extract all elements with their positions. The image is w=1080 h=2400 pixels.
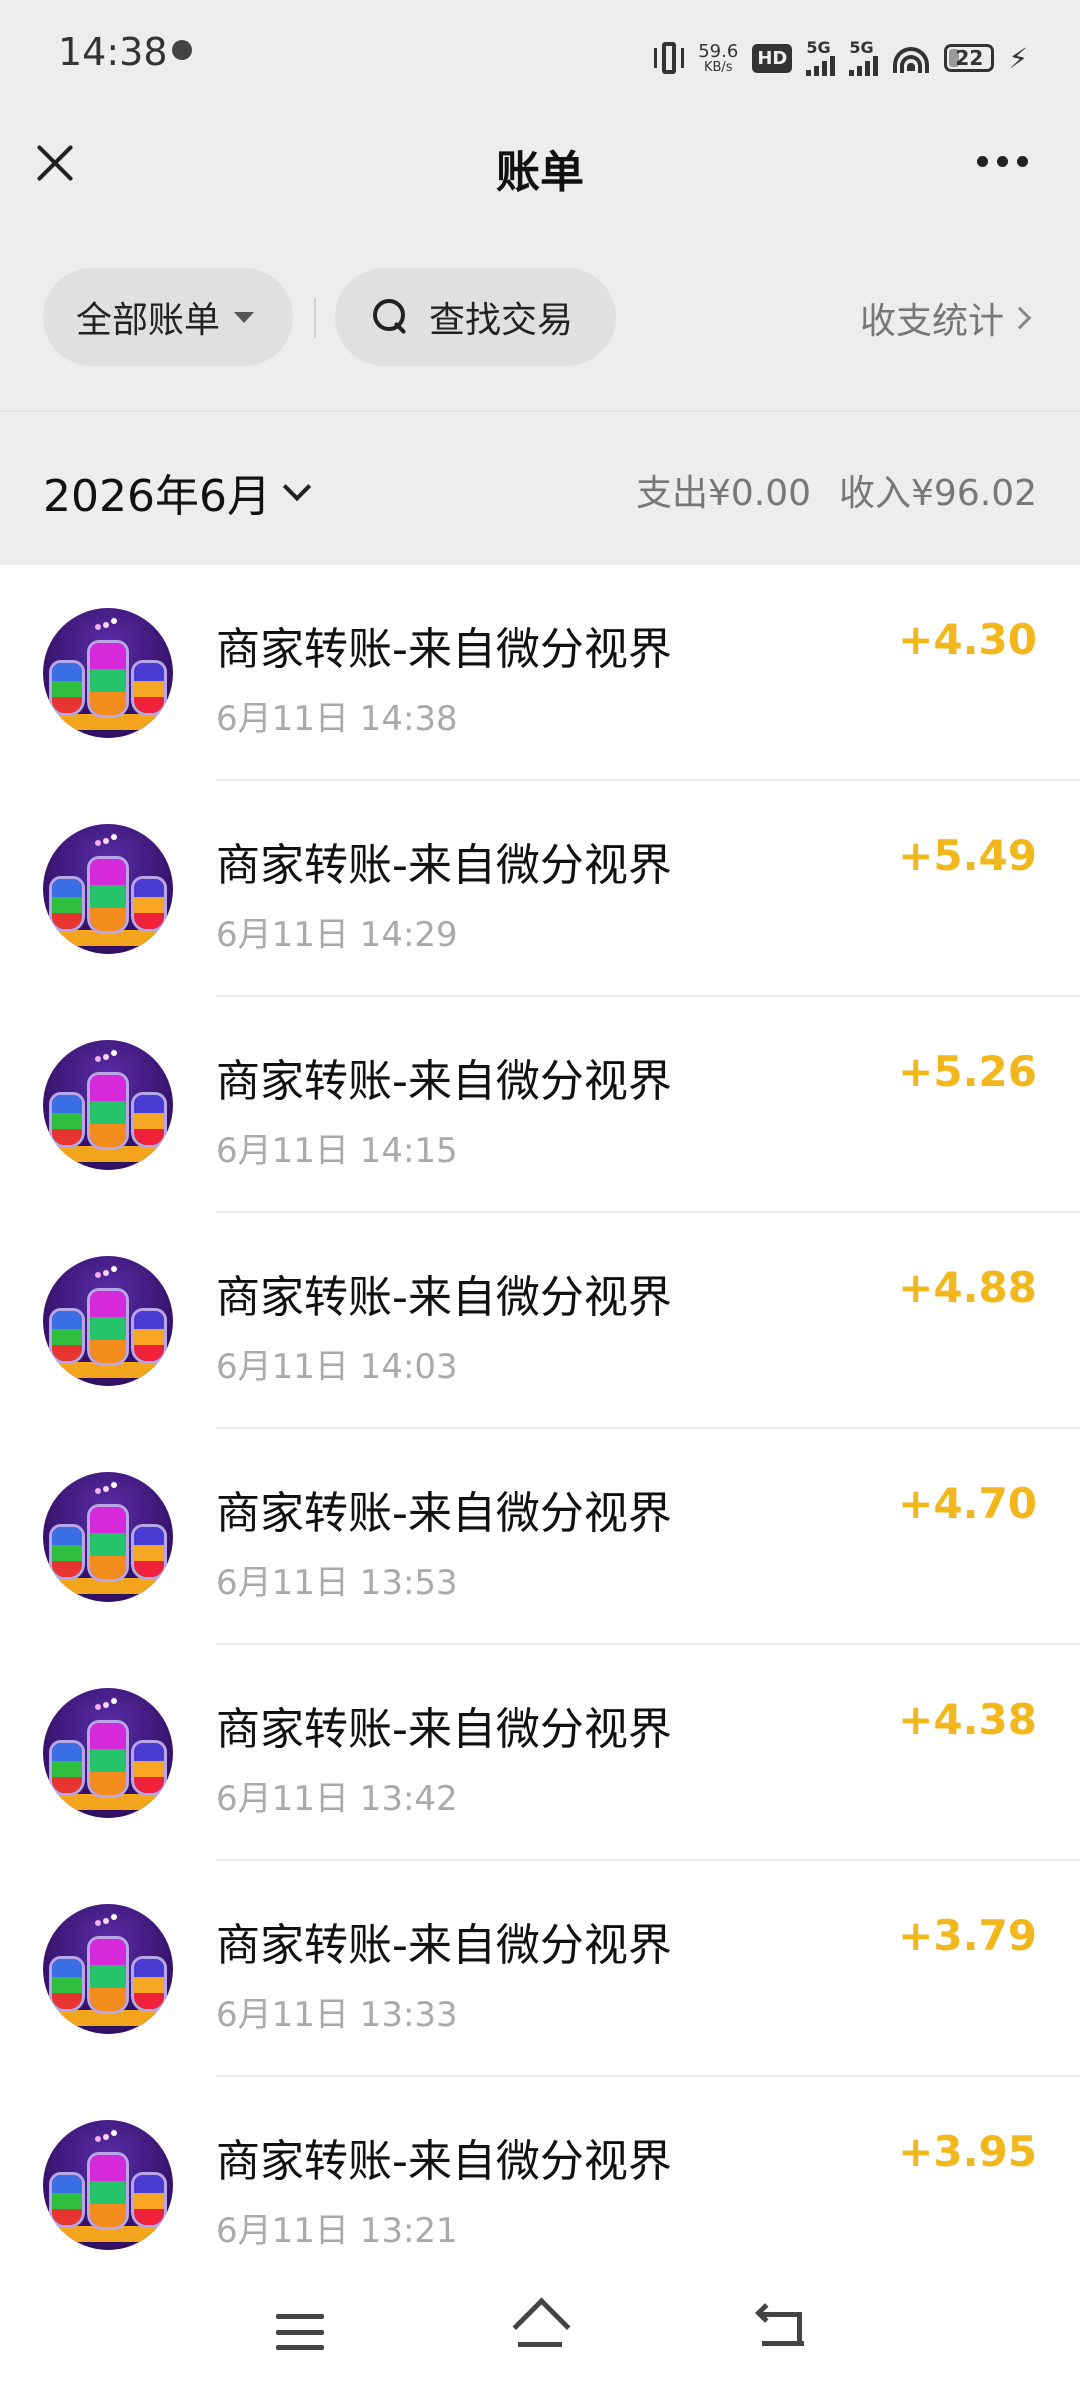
signal-icon: 5G — [806, 38, 836, 76]
chevron-down-icon — [282, 472, 312, 502]
transaction-title: 商家转账-来自微分视界 — [216, 840, 672, 891]
transaction-time: 6月11日 14:15 — [216, 1131, 458, 1171]
expense-total: 支出¥0.00 — [635, 473, 812, 514]
signal-label-1: 5G — [806, 38, 831, 57]
transaction-row[interactable]: 商家转账-来自微分视界 6月11日 14:29 +5.49 — [0, 781, 1080, 997]
transaction-time: 6月11日 14:03 — [216, 1347, 458, 1387]
merchant-avatar — [43, 1688, 173, 1818]
income-total: 收入¥96.02 — [839, 473, 1037, 514]
nav-bar: 账单 — [0, 118, 1080, 208]
transaction-amount: +3.79 — [898, 1911, 1037, 1960]
status-icons: 59.6 KB/s HD 5G 5G 22 ⚡ — [654, 30, 1028, 86]
filter-bar: 全部账单 查找交易 收支统计 — [0, 268, 1080, 366]
transaction-title: 商家转账-来自微分视界 — [216, 1488, 672, 1539]
network-speed: 59.6 KB/s — [698, 40, 739, 75]
transaction-row[interactable]: 商家转账-来自微分视界 6月11日 14:03 +4.88 — [0, 1213, 1080, 1429]
month-label: 2026年6月 — [43, 471, 271, 522]
all-bills-label: 全部账单 — [76, 300, 221, 341]
system-navigation-bar — [0, 2262, 1080, 2400]
status-bar: 14:38 59.6 KB/s HD 5G 5G 22 ⚡ — [0, 0, 1080, 118]
month-totals: 支出¥0.00 收入¥96.02 — [636, 464, 1037, 516]
transaction-row[interactable]: 商家转账-来自微分视界 6月11日 14:15 +5.26 — [0, 997, 1080, 1213]
search-label: 查找交易 — [429, 300, 574, 341]
transaction-amount: +4.88 — [898, 1263, 1037, 1312]
status-time: 14:38 — [58, 30, 168, 74]
more-icon[interactable] — [977, 156, 1028, 167]
transaction-amount: +4.38 — [898, 1695, 1037, 1744]
home-icon[interactable] — [512, 2302, 568, 2350]
signal-icon: 5G — [849, 38, 879, 76]
transaction-title: 商家转账-来自微分视界 — [216, 624, 672, 675]
transaction-list: 商家转账-来自微分视界 6月11日 14:38 +4.30 商家转账-来自微分视… — [0, 565, 1080, 2293]
search-icon — [373, 299, 409, 335]
merchant-avatar — [43, 1040, 173, 1170]
wifi-icon — [892, 43, 930, 73]
transaction-amount: +5.49 — [898, 831, 1037, 880]
filter-divider — [314, 298, 316, 338]
caret-down-icon — [234, 311, 255, 323]
all-bills-filter-button[interactable]: 全部账单 — [43, 268, 293, 366]
transaction-title: 商家转账-来自微分视界 — [216, 1272, 672, 1323]
month-header: 2026年6月 支出¥0.00 收入¥96.02 — [0, 412, 1080, 565]
merchant-avatar — [43, 824, 173, 954]
transaction-time: 6月11日 14:38 — [216, 699, 458, 739]
transaction-row[interactable]: 商家转账-来自微分视界 6月11日 13:33 +3.79 — [0, 1861, 1080, 2077]
transaction-row[interactable]: 商家转账-来自微分视界 6月11日 13:53 +4.70 — [0, 1429, 1080, 1645]
transaction-row[interactable]: 商家转账-来自微分视界 6月11日 13:21 +3.95 — [0, 2077, 1080, 2293]
merchant-avatar — [43, 1472, 173, 1602]
transaction-time: 6月11日 14:29 — [216, 915, 458, 955]
transaction-time: 6月11日 13:33 — [216, 1995, 458, 2035]
merchant-avatar — [43, 1256, 173, 1386]
battery-icon: 22 — [944, 44, 995, 72]
chevron-right-icon — [1008, 306, 1032, 330]
hd-icon: HD — [752, 43, 793, 73]
merchant-avatar — [43, 608, 173, 738]
transaction-row[interactable]: 商家转账-来自微分视界 6月11日 14:38 +4.30 — [0, 565, 1080, 781]
transaction-amount: +3.95 — [898, 2127, 1037, 2176]
transaction-row[interactable]: 商家转账-来自微分视界 6月11日 13:42 +4.38 — [0, 1645, 1080, 1861]
transaction-title: 商家转账-来自微分视界 — [216, 1920, 672, 1971]
search-transactions-button[interactable]: 查找交易 — [335, 268, 616, 366]
transaction-time: 6月11日 13:53 — [216, 1563, 458, 1603]
month-picker[interactable]: 2026年6月 — [43, 460, 312, 524]
transaction-time: 6月11日 13:42 — [216, 1779, 458, 1819]
merchant-avatar — [43, 1904, 173, 2034]
network-speed-unit: KB/s — [703, 59, 733, 75]
network-speed-value: 59.6 — [698, 40, 739, 62]
moon-icon — [172, 40, 192, 60]
transaction-title: 商家转账-来自微分视界 — [216, 1056, 672, 1107]
transaction-amount: +5.26 — [898, 1047, 1037, 1096]
transaction-time: 6月11日 13:21 — [216, 2211, 458, 2251]
transaction-title: 商家转账-来自微分视界 — [216, 1704, 672, 1755]
page-title: 账单 — [496, 147, 584, 198]
transaction-amount: +4.70 — [898, 1479, 1037, 1528]
transaction-amount: +4.30 — [898, 615, 1037, 664]
charging-icon: ⚡ — [1008, 41, 1028, 75]
signal-label-2: 5G — [849, 38, 874, 57]
income-expense-stats-link[interactable]: 收支统计 — [859, 292, 1032, 344]
transaction-title: 商家转账-来自微分视界 — [216, 2136, 672, 2187]
stats-label: 收支统计 — [859, 301, 1004, 342]
merchant-avatar — [43, 2120, 173, 2250]
battery-level: 22 — [955, 46, 984, 70]
menu-icon[interactable] — [276, 2314, 324, 2350]
back-icon[interactable] — [755, 2303, 804, 2346]
vibrate-icon — [654, 40, 685, 76]
